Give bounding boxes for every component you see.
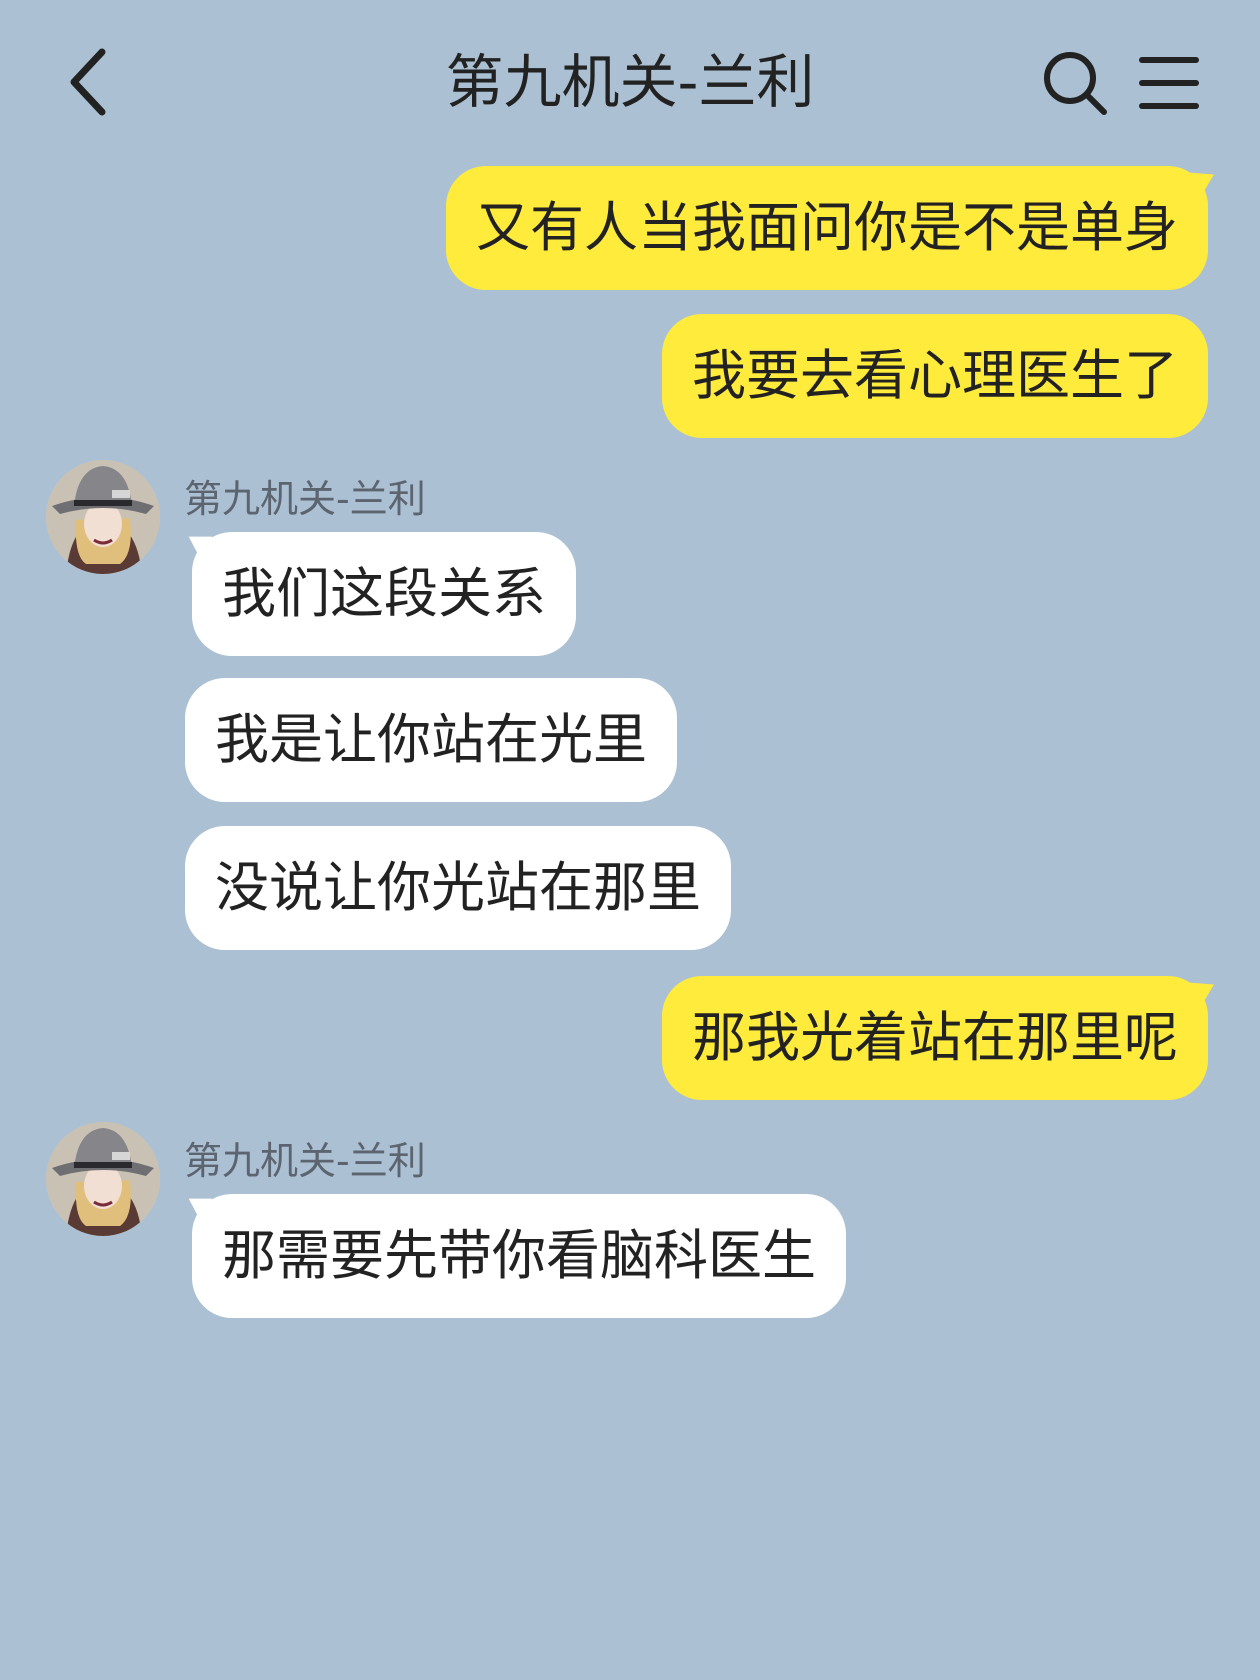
message-bubble-outgoing[interactable]: 那我光着站在那里呢	[662, 976, 1208, 1100]
search-button[interactable]	[1040, 48, 1110, 118]
avatar[interactable]	[46, 460, 160, 574]
message-bubble-outgoing[interactable]: 我要去看心理医生了	[662, 314, 1208, 438]
avatar-portrait-icon	[46, 1122, 160, 1236]
message-bubble-incoming[interactable]: 没说让你光站在那里	[185, 826, 731, 950]
message-bubble-incoming[interactable]: 那需要先带你看脑科医生	[192, 1194, 846, 1318]
menu-icon	[1139, 57, 1199, 109]
sender-name: 第九机关-兰利	[184, 477, 426, 521]
avatar-portrait-icon	[46, 460, 160, 574]
message-bubble-outgoing[interactable]: 又有人当我面问你是不是单身	[446, 166, 1208, 290]
message-bubble-incoming[interactable]: 我们这段关系	[192, 532, 576, 656]
chat-header: 第九机关-兰利	[0, 0, 1260, 160]
avatar[interactable]	[46, 1122, 160, 1236]
message-bubble-incoming[interactable]: 我是让你站在光里	[185, 678, 677, 802]
menu-button[interactable]	[1138, 54, 1200, 112]
search-icon	[1044, 52, 1107, 115]
sender-name: 第九机关-兰利	[184, 1139, 426, 1183]
